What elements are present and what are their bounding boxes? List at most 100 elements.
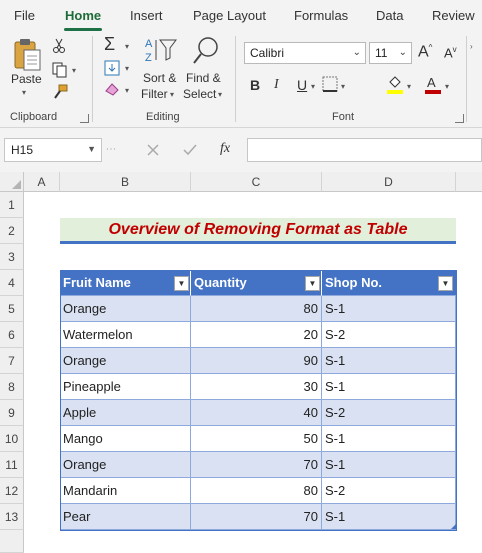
font-color-icon[interactable]: A [424, 74, 442, 94]
row-header-13[interactable]: 13 [0, 504, 24, 530]
row-header-10[interactable]: 10 [0, 426, 24, 452]
cell-fruit[interactable]: Orange [60, 348, 191, 374]
row-header-5[interactable]: 5 [0, 296, 24, 322]
cell-quantity[interactable]: 30 [191, 374, 322, 400]
cell-quantity[interactable]: 40 [191, 400, 322, 426]
header-fruit-name[interactable]: Fruit Name ▼ [60, 270, 191, 296]
cell-fruit[interactable]: Pineapple [60, 374, 191, 400]
bold-button[interactable]: B [250, 77, 260, 93]
format-painter-icon[interactable] [52, 84, 68, 100]
filter-dropdown-icon[interactable]: ▼ [305, 276, 320, 291]
cell-shop[interactable]: S-1 [322, 374, 456, 400]
font-color-dropdown-icon[interactable]: ▾ [445, 82, 449, 91]
cell-shop[interactable]: S-1 [322, 348, 456, 374]
autosum-dropdown-icon[interactable]: ▾ [125, 42, 129, 51]
sort-filter-label-1[interactable]: Sort & [143, 71, 176, 85]
find-select-dropdown-icon[interactable]: ▾ [218, 90, 222, 99]
cell-fruit[interactable]: Orange [60, 452, 191, 478]
clipboard-launcher-icon[interactable] [80, 114, 89, 123]
tab-file[interactable]: File [14, 8, 35, 23]
italic-button[interactable]: I [274, 77, 279, 93]
header-shop-no[interactable]: Shop No. ▼ [322, 270, 456, 296]
font-name-select[interactable]: Calibri ⌄ [244, 42, 366, 64]
cut-icon[interactable] [52, 38, 66, 54]
borders-icon[interactable] [322, 76, 338, 92]
paste-icon[interactable] [12, 38, 42, 72]
column-header-a[interactable]: A [24, 172, 60, 192]
fill-icon[interactable] [104, 60, 120, 76]
cancel-icon[interactable] [146, 143, 160, 157]
row-header-1[interactable]: 1 [0, 192, 24, 218]
column-header-c[interactable]: C [191, 172, 322, 192]
sort-filter-label-2[interactable]: Filter [141, 87, 168, 101]
paste-dropdown-icon[interactable]: ▾ [22, 88, 26, 97]
enter-check-icon[interactable] [182, 143, 198, 157]
sort-filter-dropdown-icon[interactable]: ▾ [170, 90, 174, 99]
cell-shop[interactable]: S-2 [322, 322, 456, 348]
row-header-3[interactable]: 3 [0, 244, 24, 270]
underline-button[interactable]: U [297, 77, 307, 93]
row-header-7[interactable]: 7 [0, 348, 24, 374]
sheet-title[interactable]: Overview of Removing Format as Table [60, 218, 456, 244]
tab-review[interactable]: Review [432, 8, 475, 23]
fill-color-dropdown-icon[interactable]: ▾ [407, 82, 411, 91]
grow-font-icon[interactable]: A^ [418, 43, 432, 61]
cell-fruit[interactable]: Orange [60, 296, 191, 322]
cell-shop[interactable]: S-2 [322, 478, 456, 504]
sort-filter-icon[interactable]: A Z [144, 36, 178, 64]
cell-shop[interactable]: S-1 [322, 504, 456, 530]
find-select-label-1[interactable]: Find & [186, 71, 221, 85]
find-select-label-2[interactable]: Select [183, 87, 216, 101]
underline-dropdown-icon[interactable]: ▾ [311, 82, 315, 91]
row-header-8[interactable]: 8 [0, 374, 24, 400]
fill-color-icon[interactable] [386, 74, 404, 94]
column-header-b[interactable]: B [60, 172, 191, 192]
name-box[interactable]: H15 ▼ [4, 138, 102, 162]
fill-dropdown-icon[interactable]: ▾ [125, 64, 129, 73]
tab-formulas[interactable]: Formulas [294, 8, 348, 23]
cell-quantity[interactable]: 50 [191, 426, 322, 452]
cell-fruit[interactable]: Pear [60, 504, 191, 530]
row-header-12[interactable]: 12 [0, 478, 24, 504]
cell-shop[interactable]: S-1 [322, 452, 456, 478]
clear-dropdown-icon[interactable]: ▾ [125, 86, 129, 95]
tab-data[interactable]: Data [376, 8, 403, 23]
borders-dropdown-icon[interactable]: ▾ [341, 82, 345, 91]
cell-quantity[interactable]: 80 [191, 478, 322, 504]
cell-quantity[interactable]: 80 [191, 296, 322, 322]
insert-function-icon[interactable]: fx [220, 141, 230, 157]
row-header-11[interactable]: 11 [0, 452, 24, 478]
ribbon-more-icon[interactable]: › [470, 42, 473, 51]
cell-fruit[interactable]: Mandarin [60, 478, 191, 504]
row-header-9[interactable]: 9 [0, 400, 24, 426]
row-header-14[interactable] [0, 530, 24, 553]
tab-page-layout[interactable]: Page Layout [193, 8, 266, 23]
tab-insert[interactable]: Insert [130, 8, 163, 23]
font-size-select[interactable]: 11 ⌄ [369, 42, 412, 64]
column-header-d[interactable]: D [322, 172, 456, 192]
cell-quantity[interactable]: 70 [191, 452, 322, 478]
shrink-font-icon[interactable]: Av [444, 45, 457, 60]
autosum-icon[interactable]: Σ [104, 34, 115, 55]
copy-dropdown-icon[interactable]: ▾ [72, 66, 76, 75]
column-header-e[interactable] [456, 172, 482, 192]
cell-shop[interactable]: S-1 [322, 296, 456, 322]
select-all-button[interactable] [0, 172, 24, 192]
find-select-icon[interactable] [192, 36, 220, 66]
filter-dropdown-icon[interactable]: ▼ [174, 276, 189, 291]
filter-dropdown-icon[interactable]: ▼ [438, 276, 453, 291]
cell-fruit[interactable]: Apple [60, 400, 191, 426]
cell-shop[interactable]: S-2 [322, 400, 456, 426]
row-header-4[interactable]: 4 [0, 270, 24, 296]
formula-input[interactable] [247, 138, 482, 162]
copy-icon[interactable] [52, 62, 68, 78]
cell-quantity[interactable]: 20 [191, 322, 322, 348]
cell-fruit[interactable]: Mango [60, 426, 191, 452]
clear-icon[interactable] [104, 82, 120, 96]
header-quantity[interactable]: Quantity ▼ [191, 270, 322, 296]
row-header-2[interactable]: 2 [0, 218, 24, 244]
cell-quantity[interactable]: 70 [191, 504, 322, 530]
cell-quantity[interactable]: 90 [191, 348, 322, 374]
font-launcher-icon[interactable] [455, 114, 464, 123]
cell-fruit[interactable]: Watermelon [60, 322, 191, 348]
